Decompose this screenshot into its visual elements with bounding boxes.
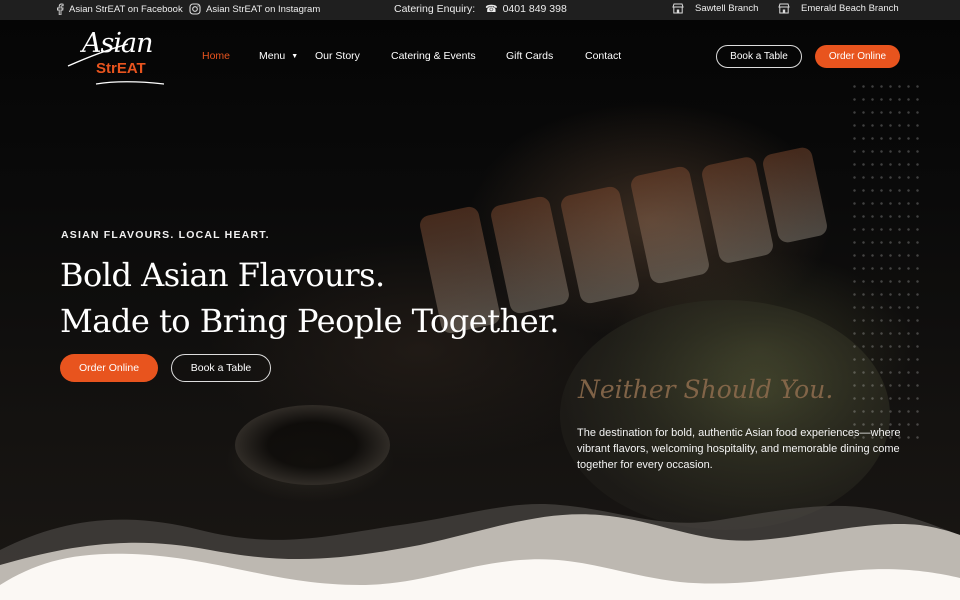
hero-kicker: ASIAN FLAVOURS. LOCAL HEART. [61, 229, 270, 241]
book-table-button[interactable]: Book a Table [716, 45, 802, 68]
instagram-link[interactable]: Asian StrEAT on Instagram [189, 3, 320, 15]
branch-label: Emerald Beach Branch [801, 3, 899, 14]
nav-item-our-story[interactable]: Our Story [315, 50, 360, 62]
hero-headline-line1: Bold Asian Flavours. [60, 256, 385, 294]
hero-headline-line2: Made to Bring People Together. [60, 302, 560, 340]
hero-description: The destination for bold, authentic Asia… [577, 427, 901, 471]
main-navigation: Asian StrEAT Home Menu ▼ Our Story Cater… [0, 20, 960, 92]
phone-icon: ☎ [485, 3, 498, 15]
hero-headline: Bold Asian Flavours. Made to Bring Peopl… [60, 252, 560, 344]
instagram-icon [189, 3, 201, 15]
store-icon [778, 3, 790, 14]
logo-line2: StrEAT [96, 60, 146, 77]
hero-book-table-button[interactable]: Book a Table [171, 354, 271, 382]
nav-item-contact[interactable]: Contact [585, 50, 621, 62]
nav-item-gift-cards[interactable]: Gift Cards [506, 50, 553, 62]
catering-label: Catering Enquiry: [394, 3, 476, 15]
nav-item-label: Menu [259, 50, 286, 62]
store-icon [672, 3, 684, 14]
logo-line1: Asian [82, 28, 153, 59]
nav-item-catering[interactable]: Catering & Events [391, 50, 476, 62]
logo[interactable]: Asian StrEAT [66, 28, 166, 86]
branch-sawtell-link[interactable]: Sawtell Branch [672, 3, 758, 14]
branch-emerald-link[interactable]: Emerald Beach Branch [778, 3, 899, 14]
facebook-link[interactable]: Asian StrEAT on Facebook [56, 3, 183, 15]
catering-enquiry: Catering Enquiry: ☎ 0401 849 398 [394, 3, 567, 15]
nav-item-menu[interactable]: Menu ▼ [259, 50, 298, 62]
phone-number[interactable]: 0401 849 398 [503, 3, 567, 15]
hero-order-online-button[interactable]: Order Online [60, 354, 158, 382]
caret-down-icon: ▼ [291, 53, 299, 60]
branch-label: Sawtell Branch [695, 3, 759, 14]
instagram-label: Asian StrEAT on Instagram [206, 3, 321, 15]
hero-script-text: Neither Should You. [578, 375, 834, 404]
order-online-button[interactable]: Order Online [815, 45, 900, 68]
facebook-icon [56, 3, 64, 15]
nav-item-home[interactable]: Home [202, 50, 230, 62]
top-bar: Asian StrEAT on Facebook Asian StrEAT on… [0, 0, 960, 20]
facebook-label: Asian StrEAT on Facebook [69, 3, 183, 15]
wave-divider [0, 504, 960, 600]
